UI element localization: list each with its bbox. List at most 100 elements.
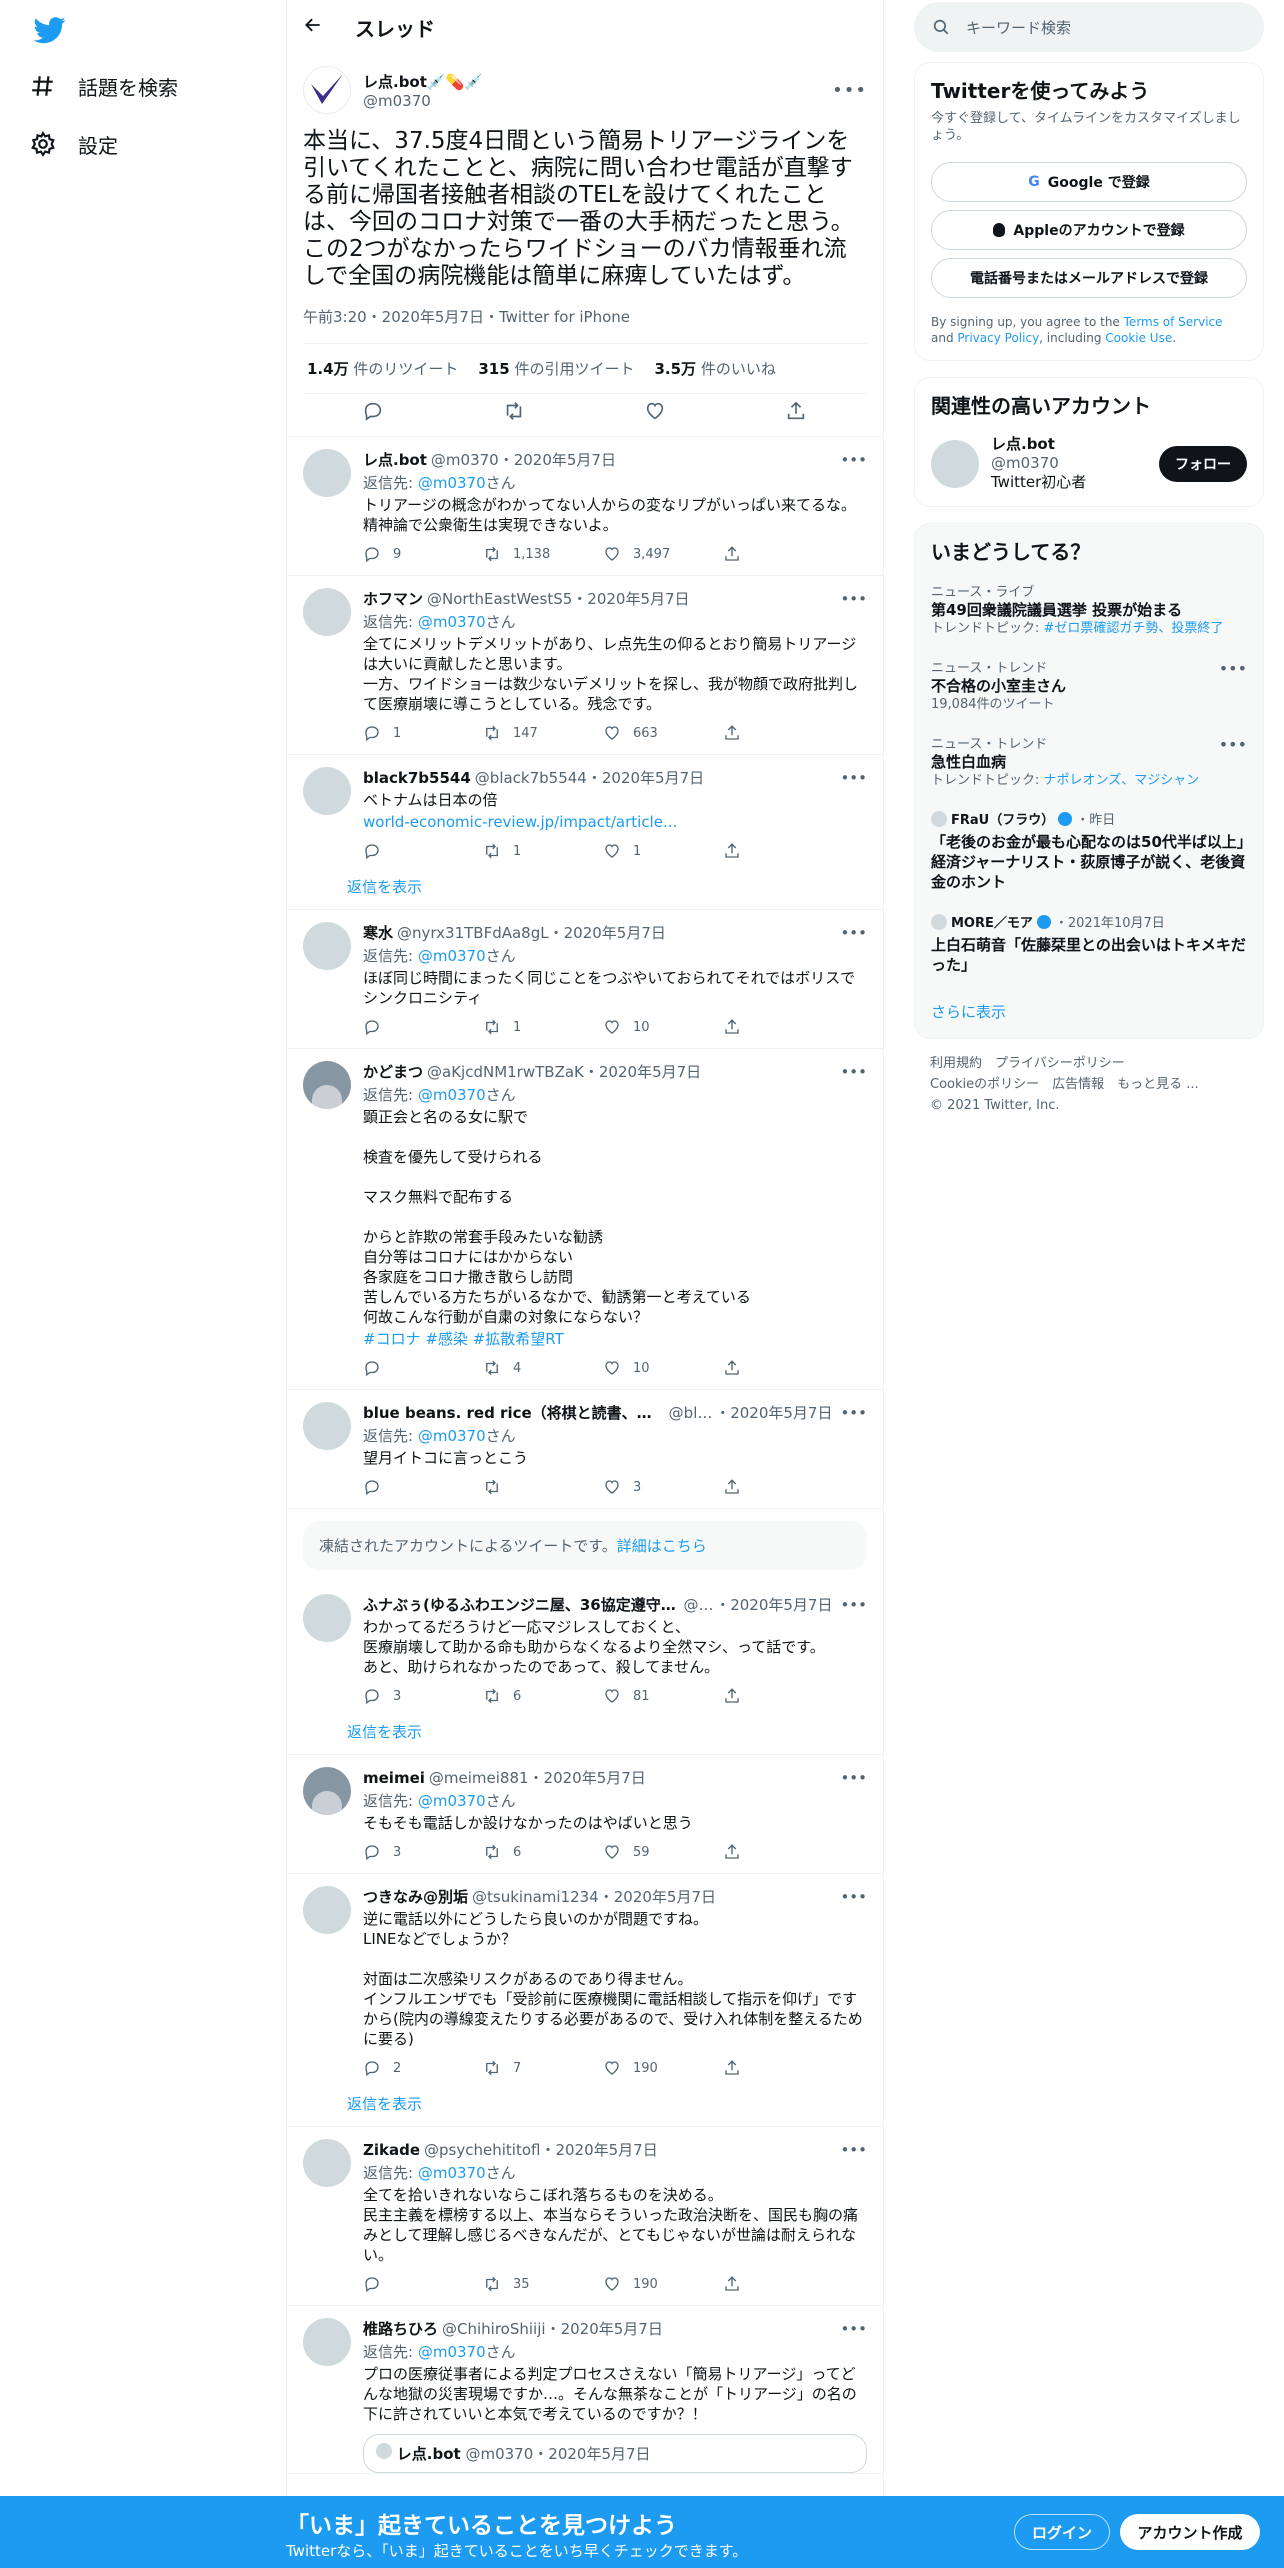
reply-date[interactable]: ・2020年5月7日 xyxy=(715,1594,832,1615)
retweet-icon[interactable] xyxy=(483,1478,603,1496)
more-icon[interactable]: ••• xyxy=(832,2141,867,2159)
reply-tweet[interactable]: 椎路ちひろ @ChihiroShiiji ・2020年5月7日 ••• 返信先: @m0… xyxy=(287,2306,883,2474)
reply-icon[interactable] xyxy=(363,1478,483,1496)
more-icon[interactable]: ••• xyxy=(832,451,867,469)
back-button[interactable] xyxy=(303,15,323,39)
retweet-icon[interactable]: 6 xyxy=(483,1843,603,1861)
follow-button[interactable]: フォロー xyxy=(1159,445,1247,482)
avatar[interactable] xyxy=(303,1402,351,1450)
reply-author-name[interactable]: black7b5544 xyxy=(363,769,471,787)
like-icon[interactable]: 1 xyxy=(603,842,723,860)
google-signup-button[interactable]: G Google で登録 xyxy=(931,162,1247,202)
share-icon[interactable] xyxy=(723,2275,843,2293)
avatar[interactable] xyxy=(303,449,351,497)
share-icon[interactable] xyxy=(723,1843,843,1861)
like-icon[interactable]: 190 xyxy=(603,2059,723,2077)
like-icon[interactable]: 10 xyxy=(603,1359,723,1377)
signup-button[interactable]: アカウント作成 xyxy=(1120,2514,1260,2550)
reply-hashtags[interactable]: #コロナ #感染 #拡散希望RT xyxy=(363,1329,867,1349)
reply-to-handle[interactable]: @m0370 xyxy=(418,947,486,965)
reply-tweet[interactable]: ホフマン @NorthEastWestS5 ・2020年5月7日 ••• 返信先: @m… xyxy=(287,576,883,755)
avatar[interactable] xyxy=(303,767,351,815)
share-icon[interactable] xyxy=(723,1687,843,1705)
more-icon[interactable]: ••• xyxy=(832,769,867,787)
more-icon[interactable]: ••• xyxy=(832,1769,867,1787)
reply-author-handle[interactable]: @aKjcdNM1rwTBZaK xyxy=(427,1063,584,1081)
trend-item[interactable]: ニュース・トレンド 急性白血病 トレンドトピック: ナポレオンズ、マジシャン ••• xyxy=(915,723,1263,799)
reply-tweet[interactable]: つきなみ@別垢 @tsukinami1234 ・2020年5月7日 ••• 逆に電話以外… xyxy=(287,1874,883,2090)
reply-date[interactable]: ・2020年5月7日 xyxy=(540,2139,657,2160)
relevant-account[interactable]: レ点.bot @m0370 Twitter初心者 フォロー xyxy=(915,425,1263,506)
show-replies-link[interactable]: 返信を表示 xyxy=(287,1717,883,1755)
like-icon[interactable]: 190 xyxy=(603,2275,723,2293)
nav-settings[interactable]: 設定 xyxy=(30,120,118,168)
like-icon[interactable] xyxy=(644,400,668,424)
more-icon[interactable]: ••• xyxy=(832,1596,867,1614)
reply-date[interactable]: ・2020年5月7日 xyxy=(715,1402,832,1423)
more-icon[interactable]: ••• xyxy=(832,80,867,101)
more-icon[interactable]: ••• xyxy=(1219,735,1247,754)
reply-author-name[interactable]: 寒水 xyxy=(363,922,393,943)
avatar[interactable] xyxy=(303,922,351,970)
news-item[interactable]: FRaU（フラウ） ・昨日 「老後のお金が最も心配なのは50代半ば以上」経済ジャーナ… xyxy=(915,799,1263,902)
privacy-policy-link[interactable]: Privacy Policy xyxy=(957,331,1039,345)
retweet-icon[interactable]: 1 xyxy=(483,1018,603,1036)
like-icon[interactable]: 3 xyxy=(603,1478,723,1496)
news-item[interactable]: MORE／モア ・2021年10月7日 上白石萌音「佐藤栞里との出会いはトキメキだっ… xyxy=(915,902,1263,985)
reply-author-handle[interactable]: @tsukinami1234 xyxy=(472,1888,599,1906)
trend-topic[interactable]: ナポレオンズ、マジシャン xyxy=(1044,773,1200,788)
trend-topic[interactable]: #ゼロ票確認ガチ勢、投票終了 xyxy=(1044,621,1224,636)
reply-author-name[interactable]: Zikade xyxy=(363,2141,420,2159)
reply-author-name[interactable]: meimei xyxy=(363,1769,425,1787)
retweet-icon[interactable]: 35 xyxy=(483,2275,603,2293)
reply-link[interactable]: world-economic-review.jp/impact/article.… xyxy=(363,813,677,831)
avatar[interactable] xyxy=(303,66,351,114)
avatar[interactable] xyxy=(303,1767,351,1815)
reply-icon[interactable]: 3 xyxy=(363,1843,483,1861)
like-count[interactable]: 3.5万 件のいいね xyxy=(654,358,775,379)
reply-date[interactable]: ・2020年5月7日 xyxy=(572,588,689,609)
share-icon[interactable] xyxy=(723,1018,843,1036)
reply-icon[interactable]: 3 xyxy=(363,1687,483,1705)
reply-to-handle[interactable]: @m0370 xyxy=(418,2343,486,2361)
reply-author-name[interactable]: かどまつ xyxy=(363,1061,423,1082)
like-icon[interactable]: 663 xyxy=(603,724,723,742)
share-icon[interactable] xyxy=(723,1359,843,1377)
avatar[interactable] xyxy=(303,2318,351,2366)
trend-item[interactable]: ニュース・ライブ 第49回衆議院議員選挙 投票が始まる トレンドトピック: #ゼロ票… xyxy=(915,571,1263,647)
reply-author-handle[interactable]: @black7b5544 xyxy=(475,769,587,787)
reply-icon[interactable] xyxy=(363,2275,483,2293)
quote-count[interactable]: 315 件の引用ツイート xyxy=(478,358,634,379)
reply-icon[interactable] xyxy=(363,1018,483,1036)
share-icon[interactable] xyxy=(723,545,843,563)
footer-line-1[interactable]: 利用規約 プライバシーポリシー xyxy=(930,1053,1248,1074)
retweet-icon[interactable]: 147 xyxy=(483,724,603,742)
like-icon[interactable]: 3,497 xyxy=(603,545,723,563)
reply-tweet[interactable]: black7b5544 @black7b5544 ・2020年5月7日 ••• ベトナム… xyxy=(287,755,883,873)
avatar[interactable] xyxy=(931,439,979,488)
more-icon[interactable]: ••• xyxy=(832,590,867,608)
reply-to-handle[interactable]: @m0370 xyxy=(418,474,486,492)
apple-signup-button[interactable]: Appleのアカウントで登録 xyxy=(931,210,1247,250)
reply-author-handle[interactable]: @psychehititofl xyxy=(424,2141,540,2159)
like-icon[interactable]: 81 xyxy=(603,1687,723,1705)
avatar[interactable] xyxy=(303,1886,351,1934)
reply-author-name[interactable]: つきなみ@別垢 xyxy=(363,1886,468,1907)
reply-author-handle[interactable]: @ChihiroShiiji xyxy=(442,2320,546,2338)
reply-author-name[interactable]: 椎路ちひろ xyxy=(363,2318,438,2339)
like-icon[interactable]: 10 xyxy=(603,1018,723,1036)
reply-date[interactable]: ・2020年5月7日 xyxy=(529,1767,646,1788)
more-icon[interactable]: ••• xyxy=(1219,659,1247,678)
retweet-icon[interactable] xyxy=(503,400,527,424)
more-icon[interactable]: ••• xyxy=(832,1063,867,1081)
reply-date[interactable]: ・2020年5月7日 xyxy=(549,922,666,943)
more-icon[interactable]: ••• xyxy=(832,924,867,942)
share-icon[interactable] xyxy=(785,400,809,424)
reply-date[interactable]: ・2020年5月7日 xyxy=(546,2318,663,2339)
reply-author-name[interactable]: blue beans. red rice（将棋と読書、時々政治) xyxy=(363,1402,665,1423)
reply-author-handle[interactable]: @nyrx31TBFdAa8gL xyxy=(397,924,549,942)
reply-author-handle[interactable]: @f... xyxy=(684,1596,716,1614)
show-more-trends[interactable]: さらに表示 xyxy=(915,985,1263,1038)
retweet-icon[interactable]: 6 xyxy=(483,1687,603,1705)
more-icon[interactable]: ••• xyxy=(832,2320,867,2338)
